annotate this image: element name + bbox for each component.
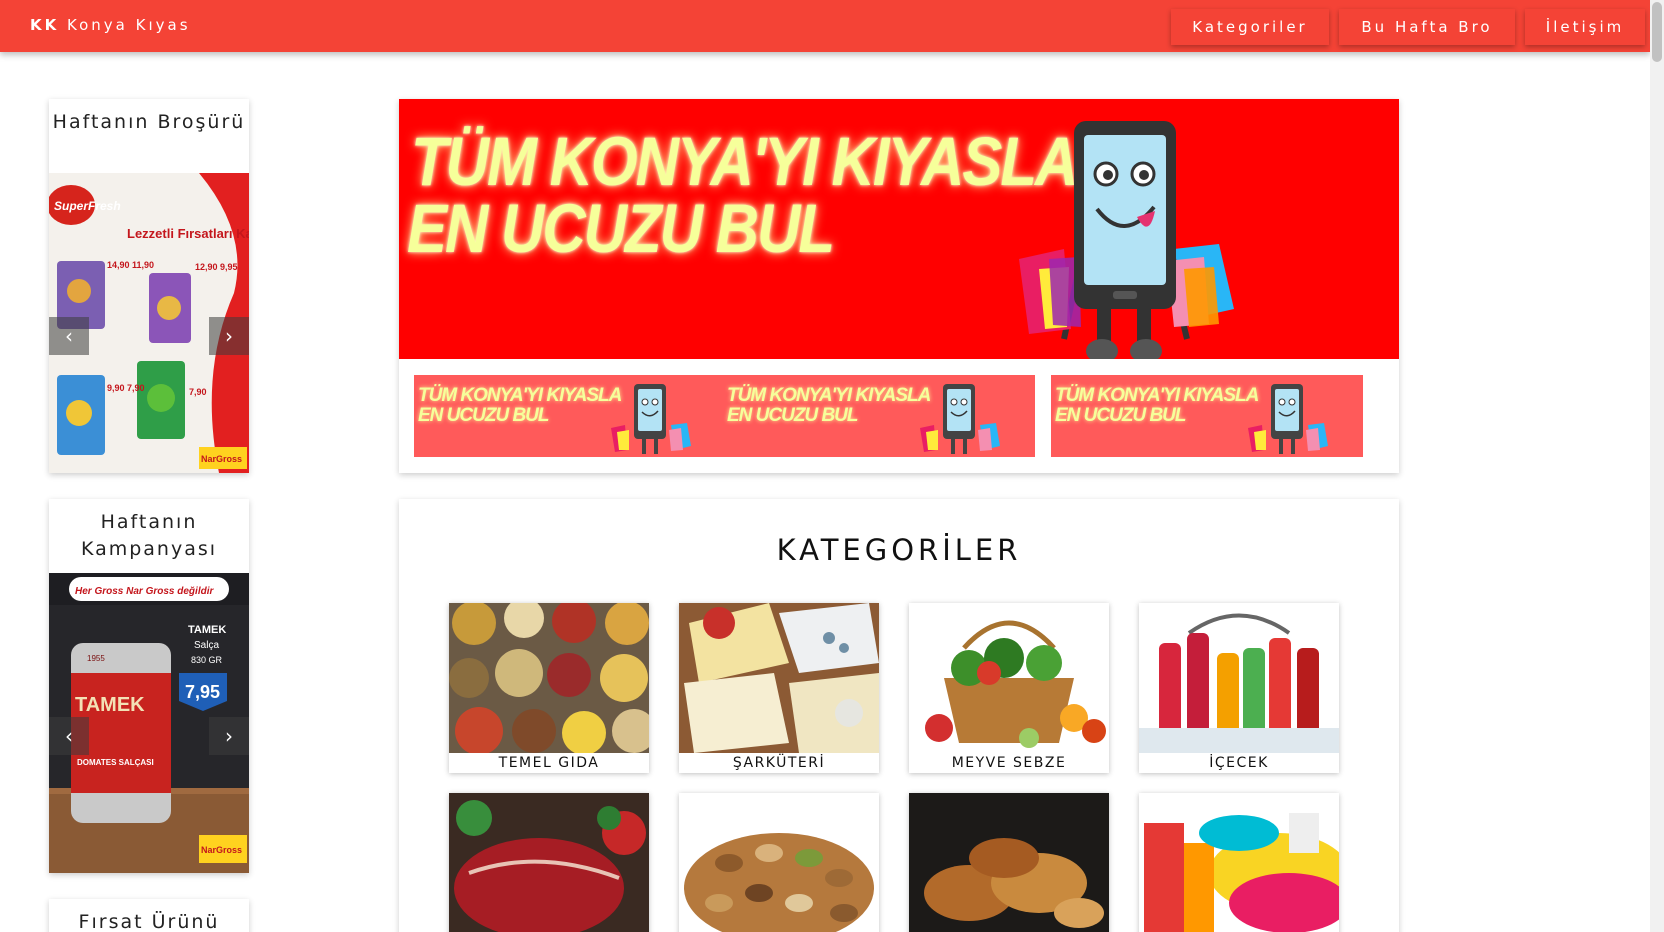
phone-mascot-icon: [611, 384, 691, 454]
nuts-photo-icon: [679, 793, 879, 932]
category-item-meat[interactable]: [449, 793, 649, 932]
meat-photo-icon: [449, 793, 649, 932]
bread-photo-icon: [909, 793, 1109, 932]
opportunity-card: Fırsat Ürünü: [49, 899, 249, 932]
campaign-can-sublabel: DOMATES SALÇASI: [77, 758, 154, 767]
category-label: İÇECEK: [1209, 755, 1269, 771]
brochure-card: Haftanın Broşürü SuperFresh Lezzetli Fır…: [49, 99, 249, 473]
banner-thumb-1[interactable]: TÜM KONYA'YI KIYASLA EN UCUZU BUL: [414, 375, 726, 457]
brochure-title: Haftanın Broşürü: [52, 111, 246, 133]
brochure-next-button[interactable]: ›: [209, 317, 249, 355]
cheese-photo-icon: [679, 603, 879, 753]
top-navbar: KK Konya Kıyas Kategoriler Bu Hafta Bro …: [0, 0, 1650, 52]
thumb-1-line-2: EN UCUZU BUL: [418, 405, 549, 426]
brochure-price-1: 14,90 11,90: [107, 260, 154, 270]
thumb-2-line-2: EN UCUZU BUL: [727, 405, 858, 426]
campaign-card: Haftanın Kampanyası Her Gross Nar Gross …: [49, 499, 249, 873]
campaign-label-year: 1955: [87, 654, 105, 663]
phone-mascot-icon: [920, 384, 1000, 454]
brochure-store-logo: NarGross: [201, 454, 242, 464]
brand-name: Konya Kıyas: [67, 16, 191, 34]
nav-iletisim-button[interactable]: İletişim: [1525, 9, 1645, 45]
brochure-brand-text: SuperFresh: [54, 199, 121, 213]
plasticware-photo-icon: [1139, 793, 1339, 932]
category-meyve-sebze[interactable]: MEYVE SEBZE: [909, 603, 1109, 773]
campaign-product-type: Salça: [194, 640, 219, 651]
campaign-slogan: Her Gross Nar Gross değildir: [75, 586, 214, 597]
page-scrollbar[interactable]: [1650, 0, 1664, 932]
campaign-next-button[interactable]: ›: [209, 717, 249, 755]
category-label: MEYVE SEBZE: [951, 755, 1067, 771]
brochure-headline: Lezzetli Fırsatları Kaçırma!: [127, 226, 249, 241]
chevron-left-icon: ‹: [65, 724, 73, 748]
category-icecek[interactable]: İÇECEK: [1139, 603, 1339, 773]
brochure-price-3: 9,90 7,90: [107, 383, 145, 393]
nav-bu-hafta-button[interactable]: Bu Hafta Bro: [1339, 9, 1515, 45]
category-label: ŞARKÜTERİ: [732, 755, 826, 771]
thumb-2-line-1: TÜM KONYA'YI KIYASLA: [727, 385, 931, 406]
category-label: TEMEL GIDA: [498, 755, 600, 771]
opportunity-title: Fırsat Ürünü: [78, 911, 220, 932]
chevron-right-icon: ›: [225, 724, 233, 748]
banner-thumb-2[interactable]: TÜM KONYA'YI KIYASLA EN UCUZU BUL: [723, 375, 1035, 457]
phone-mascot-icon: [1019, 121, 1234, 359]
brochure-prev-button[interactable]: ‹: [49, 317, 89, 355]
campaign-product-weight: 830 GR: [191, 655, 223, 665]
brochure-price-2: 12,90 9,95: [195, 262, 238, 272]
campaign-prev-button[interactable]: ‹: [49, 717, 89, 755]
categories-heading: KATEGORİLER: [776, 533, 1022, 567]
thumb-1-line-1: TÜM KONYA'YI KIYASLA: [418, 385, 622, 406]
category-item-bread[interactable]: [909, 793, 1109, 932]
category-sarkuteri[interactable]: ŞARKÜTERİ: [679, 603, 879, 773]
nav-kategoriler-button[interactable]: Kategoriler: [1171, 9, 1329, 45]
category-item-nuts[interactable]: [679, 793, 879, 932]
campaign-can-label: TAMEK: [75, 694, 145, 716]
chevron-right-icon: ›: [225, 324, 233, 348]
categories-card: KATEGORİLER TEMEL GIDA ŞARKÜTERİ MEYVE S…: [399, 499, 1399, 932]
campaign-store-logo: NarGross: [201, 845, 242, 855]
thumb-3-line-1: TÜM KONYA'YI KIYASLA: [1055, 385, 1259, 406]
hero-headline-2: EN UCUZU BUL: [407, 189, 835, 268]
brochure-price-4: 7,90: [189, 387, 207, 397]
banner-card: TÜM KONYA'YI KIYASLA EN UCUZU BUL TÜM KO…: [399, 99, 1399, 473]
banner-thumb-3[interactable]: TÜM KONYA'YI KIYASLA EN UCUZU BUL: [1051, 375, 1363, 457]
scrollbar-thumb[interactable]: [1652, 2, 1662, 62]
hero-banner[interactable]: TÜM KONYA'YI KIYASLA EN UCUZU BUL: [399, 99, 1399, 359]
category-item-plasticware[interactable]: [1139, 793, 1339, 932]
brand-initials: KK: [30, 16, 60, 34]
chevron-left-icon: ‹: [65, 324, 73, 348]
brand-logo[interactable]: KK Konya Kıyas: [30, 16, 191, 34]
drinks-photo-icon: [1139, 603, 1339, 753]
fruit-basket-photo-icon: [909, 603, 1109, 753]
campaign-product-name: TAMEK: [188, 624, 226, 636]
phone-mascot-icon: [1248, 384, 1328, 454]
campaign-title: Haftanın Kampanyası: [80, 511, 218, 560]
spices-photo-icon: [449, 603, 649, 753]
category-temel-gida[interactable]: TEMEL GIDA: [449, 603, 649, 773]
campaign-price: 7,95: [185, 682, 220, 702]
thumb-3-line-2: EN UCUZU BUL: [1055, 405, 1186, 426]
